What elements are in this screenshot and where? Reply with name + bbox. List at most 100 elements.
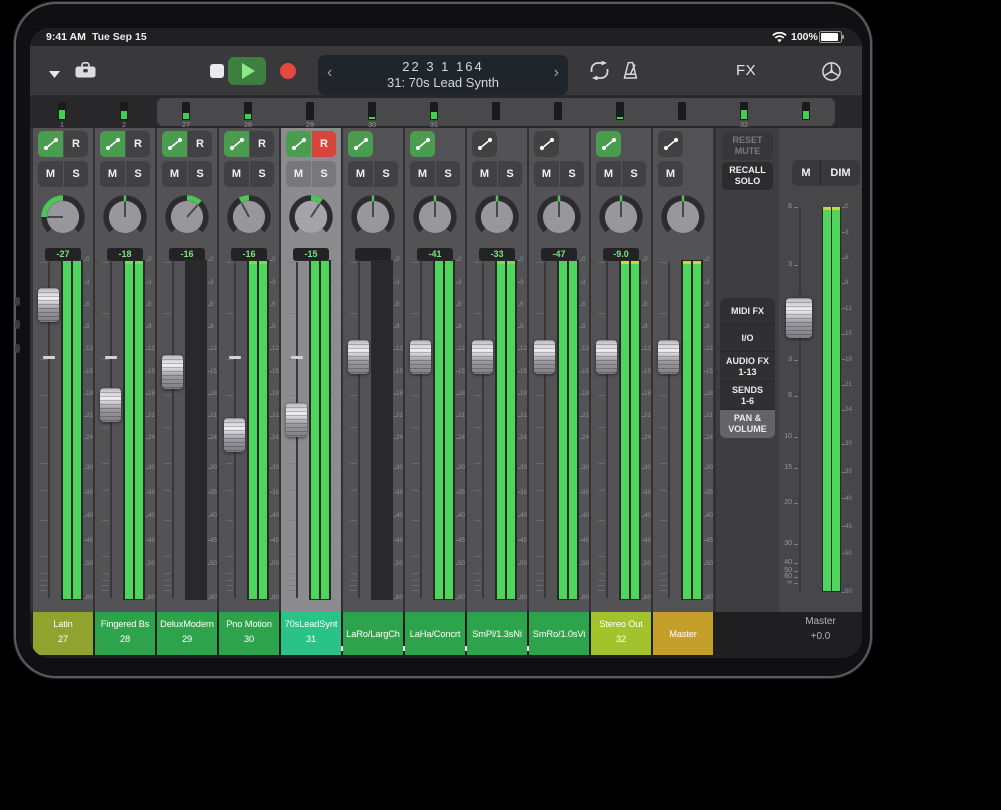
overview-meter[interactable] [244, 102, 252, 120]
volume-fader[interactable] [224, 418, 245, 452]
solo-button[interactable]: S [250, 161, 274, 187]
play-button[interactable] [228, 57, 266, 85]
metronome-icon[interactable] [620, 60, 641, 86]
mute-button[interactable]: M [348, 161, 373, 187]
solo-button[interactable]: S [560, 161, 584, 187]
solo-button[interactable]: S [498, 161, 522, 187]
fader-track[interactable] [482, 262, 484, 598]
automation-button[interactable] [658, 131, 683, 157]
automation-button[interactable] [224, 131, 249, 157]
master-volume-fader[interactable] [786, 298, 812, 338]
track-name-tab[interactable]: DeluxModern29 [157, 612, 217, 655]
volume-fader[interactable] [348, 340, 369, 374]
tab-i-o[interactable]: I/O [720, 325, 775, 352]
mute-button[interactable]: M [38, 161, 63, 187]
fx-label[interactable]: FX [736, 62, 756, 79]
record-enable-button[interactable]: R [188, 131, 212, 157]
overview-meter[interactable] [678, 102, 686, 120]
overview-meter[interactable] [430, 102, 438, 120]
mute-button[interactable]: M [596, 161, 621, 187]
fader-track[interactable] [172, 262, 174, 598]
overview-meter[interactable] [492, 102, 500, 120]
overview-meter[interactable] [306, 102, 314, 120]
mute-button[interactable]: M [472, 161, 497, 187]
overview-meter[interactable] [368, 102, 376, 120]
pan-knob[interactable] [536, 194, 582, 240]
tab-pan-volume[interactable]: PAN & VOLUME [720, 410, 775, 438]
automation-button[interactable] [410, 131, 435, 157]
lcd-display[interactable]: ‹ 22 3 1 164 31: 70s Lead Synth › [318, 55, 568, 95]
track-name-tab[interactable]: LaRo/LargCh [343, 612, 403, 655]
settings-spoked-icon[interactable] [820, 60, 843, 88]
solo-button[interactable]: S [374, 161, 398, 187]
pan-knob[interactable] [660, 194, 706, 240]
overview-meter[interactable] [740, 102, 748, 120]
record-enable-button[interactable]: R [64, 131, 88, 157]
track-name-tab[interactable]: Stereo Out32 [591, 612, 651, 655]
volume-fader[interactable] [38, 288, 59, 322]
pan-knob[interactable] [40, 194, 86, 240]
track-name-tab[interactable]: 70sLeadSynt31 [281, 612, 341, 655]
record-button[interactable] [280, 63, 296, 79]
automation-button[interactable] [348, 131, 373, 157]
volume-fader[interactable] [286, 403, 307, 437]
record-enable-button[interactable]: R [250, 131, 274, 157]
volume-fader[interactable] [596, 340, 617, 374]
automation-button[interactable] [286, 131, 311, 157]
mute-button[interactable]: M [162, 161, 187, 187]
cycle-loop-icon[interactable] [586, 61, 613, 85]
pan-knob[interactable] [350, 194, 396, 240]
solo-button[interactable]: S [188, 161, 212, 187]
fader-track[interactable] [358, 262, 360, 598]
master-mute-button[interactable]: M [792, 160, 821, 186]
pan-knob[interactable] [164, 194, 210, 240]
pan-knob[interactable] [288, 194, 334, 240]
recall-solo-button[interactable]: RECALLSOLO [722, 162, 773, 190]
fader-track[interactable] [544, 262, 546, 598]
fader-track[interactable] [110, 262, 112, 598]
pan-knob[interactable] [474, 194, 520, 240]
overview-meter[interactable] [554, 102, 562, 120]
automation-button[interactable] [100, 131, 125, 157]
solo-button[interactable]: S [312, 161, 336, 187]
volume-fader[interactable] [658, 340, 679, 374]
track-name-tab[interactable]: Pno Motion30 [219, 612, 279, 655]
mute-button[interactable]: M [286, 161, 311, 187]
automation-button[interactable] [472, 131, 497, 157]
record-enable-button[interactable]: R [312, 131, 336, 157]
pan-knob[interactable] [226, 194, 272, 240]
tab-midi-fx[interactable]: MIDI FX [720, 298, 775, 325]
library-toolbox-icon[interactable] [74, 61, 97, 84]
mute-button[interactable]: M [224, 161, 249, 187]
stop-button[interactable] [210, 64, 224, 78]
pan-knob[interactable] [102, 194, 148, 240]
overview-meter[interactable] [616, 102, 624, 120]
solo-button[interactable]: S [436, 161, 460, 187]
master-dim-button[interactable]: DIM [821, 160, 860, 186]
automation-button[interactable] [38, 131, 63, 157]
overview-meter[interactable] [802, 102, 810, 120]
fader-track[interactable] [668, 262, 670, 598]
track-name-tab[interactable]: Latin27 [33, 612, 93, 655]
pan-knob[interactable] [412, 194, 458, 240]
fader-track[interactable] [420, 262, 422, 598]
automation-button[interactable] [596, 131, 621, 157]
track-name-tab[interactable]: SmPl/1.3sNi [467, 612, 527, 655]
automation-button[interactable] [162, 131, 187, 157]
track-name-tab[interactable]: Fingered Bs28 [95, 612, 155, 655]
mute-button[interactable]: M [100, 161, 125, 187]
reset-mute-button[interactable]: RESETMUTE [722, 132, 773, 160]
track-name-tab[interactable]: Master [653, 612, 713, 655]
overview-meter[interactable] [120, 102, 128, 120]
tab-audio-fx-1-13[interactable]: AUDIO FX 1-13 [720, 352, 775, 382]
track-name-tab[interactable]: SmRo/1.0sVi [529, 612, 589, 655]
volume-fader[interactable] [472, 340, 493, 374]
solo-button[interactable]: S [126, 161, 150, 187]
volume-fader[interactable] [534, 340, 555, 374]
overview-meter[interactable] [58, 102, 66, 120]
volume-fader[interactable] [100, 388, 121, 422]
pan-knob[interactable] [598, 194, 644, 240]
record-enable-button[interactable]: R [126, 131, 150, 157]
mute-button[interactable]: M [534, 161, 559, 187]
automation-button[interactable] [534, 131, 559, 157]
